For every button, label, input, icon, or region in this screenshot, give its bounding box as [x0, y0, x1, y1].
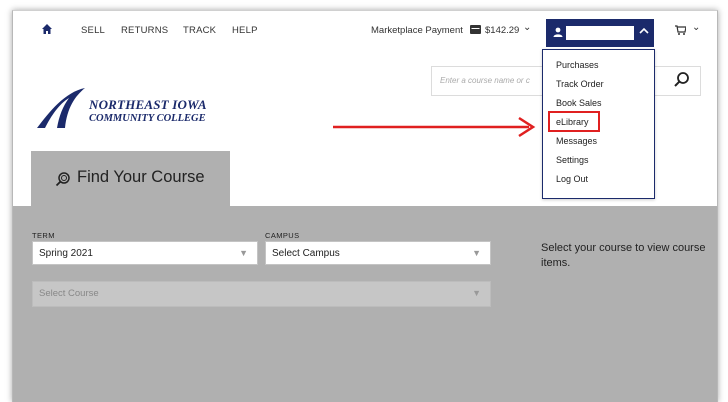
campus-value: Select Campus	[272, 248, 340, 259]
top-nav: SELL RETURNS TRACK HELP Marketplace Paym…	[13, 11, 717, 49]
tab-find-your-course[interactable]: Find Your Course	[31, 151, 230, 206]
browser-frame: SELL RETURNS TRACK HELP Marketplace Paym…	[12, 10, 718, 402]
term-value: Spring 2021	[39, 248, 93, 259]
menu-item-track-order[interactable]: Track Order	[556, 79, 604, 89]
term-select[interactable]: Spring 2021 ▼	[32, 241, 258, 265]
menu-item-book-sales[interactable]: Book Sales	[556, 98, 602, 108]
account-dropdown-menu: Purchases Track Order Book Sales eLibrar…	[542, 49, 655, 199]
nav-help-link[interactable]: HELP	[232, 25, 258, 36]
elibrary-highlight-box	[548, 111, 600, 132]
chevron-down-icon[interactable]: ⌄	[523, 22, 531, 33]
nav-sell-link[interactable]: SELL	[81, 25, 105, 36]
nav-track-link[interactable]: TRACK	[183, 25, 216, 36]
logo-text-line1: NORTHEAST IOWA	[89, 97, 207, 112]
menu-item-log-out[interactable]: Log Out	[556, 174, 588, 184]
annotation-arrow	[333, 116, 536, 138]
menu-item-purchases[interactable]: Purchases	[556, 60, 599, 70]
dropdown-caret-icon: ▼	[239, 248, 248, 258]
course-hint-text: Select your course to view course items.	[541, 242, 706, 269]
college-logo-icon	[37, 88, 85, 128]
search-placeholder: Enter a course name or c	[440, 76, 530, 85]
course-finder-panel: TERM Spring 2021 ▼ CAMPUS Select Campus …	[13, 206, 717, 402]
menu-item-messages[interactable]: Messages	[556, 136, 597, 146]
campus-select[interactable]: Select Campus ▼	[265, 241, 491, 265]
account-name-redacted	[566, 26, 634, 40]
chevron-down-icon[interactable]: ⌄	[692, 22, 700, 33]
home-icon[interactable]	[41, 23, 53, 35]
search-icon[interactable]	[673, 71, 691, 89]
user-icon	[553, 27, 563, 37]
account-menu-button[interactable]	[546, 19, 654, 47]
course-value: Select Course	[39, 288, 99, 299]
dropdown-caret-icon: ▼	[472, 288, 481, 298]
dropdown-caret-icon: ▼	[472, 248, 481, 258]
magnifier-icon	[55, 172, 70, 187]
marketplace-payment-amount[interactable]: $142.29	[485, 25, 519, 36]
course-select[interactable]: Select Course ▼	[32, 281, 491, 307]
logo-text-line2: COMMUNITY COLLEGE	[89, 113, 206, 124]
menu-item-settings[interactable]: Settings	[556, 155, 589, 165]
chevron-up-icon	[639, 27, 649, 34]
tab-label: Find Your Course	[77, 168, 205, 186]
term-label: TERM	[32, 231, 55, 240]
campus-label: CAMPUS	[265, 231, 300, 240]
marketplace-payment-label[interactable]: Marketplace Payment	[371, 25, 463, 36]
nav-returns-link[interactable]: RETURNS	[121, 25, 168, 36]
cart-icon[interactable]	[675, 25, 686, 35]
wallet-icon	[470, 25, 481, 34]
